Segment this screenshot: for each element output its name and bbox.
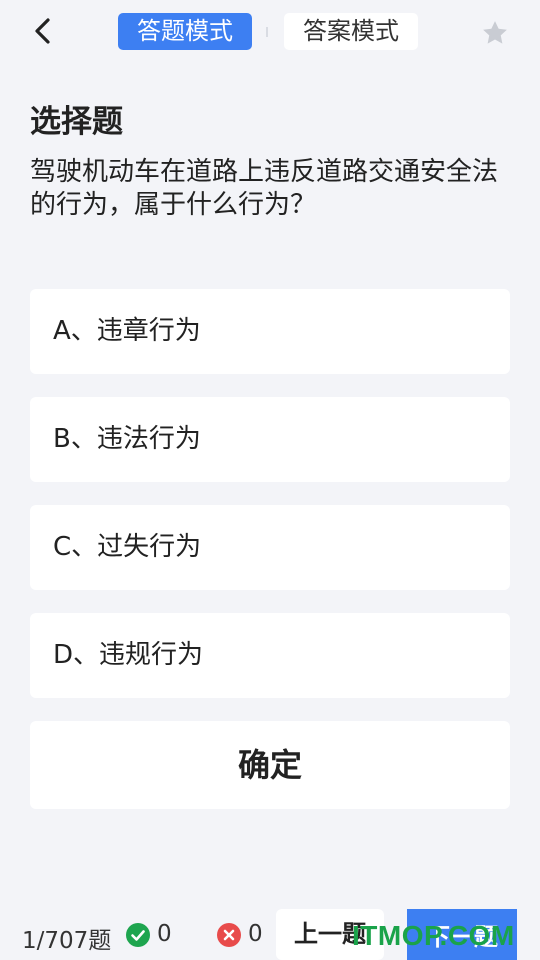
tab-answer-mode[interactable]: 答题模式 [118,13,252,50]
star-icon [483,21,507,44]
option-b[interactable]: B、违法行为 [30,397,510,482]
back-button[interactable] [28,14,60,48]
question-text: 驾驶机动车在道路上违反道路交通安全法的行为，属于什么行为？ [30,157,499,220]
quiz-page: 答题模式 答案模式 选择题 驾驶机动车在道路上违反道路交通安全法的行为，属于什么… [0,0,540,960]
confirm-button[interactable]: 确定 [30,721,510,809]
favorite-button[interactable] [480,18,510,48]
wrong-count: 0 [248,921,263,947]
wrong-cross-icon [217,923,241,947]
tab-divider [266,27,268,37]
option-c[interactable]: C、过失行为 [30,505,510,590]
tab-solution-mode[interactable]: 答案模式 [284,13,418,50]
correct-check-icon [126,923,150,947]
question-type: 选择题 [30,104,123,140]
watermark-logo: ITMOP.COM [352,920,515,951]
chevron-left-icon [35,18,50,44]
progress-counter: 1/707题 [22,928,112,954]
option-a[interactable]: A、违章行为 [30,289,510,374]
top-bar: 答题模式 答案模式 [0,0,540,64]
correct-count: 0 [157,921,172,947]
option-d[interactable]: D、违规行为 [30,613,510,698]
